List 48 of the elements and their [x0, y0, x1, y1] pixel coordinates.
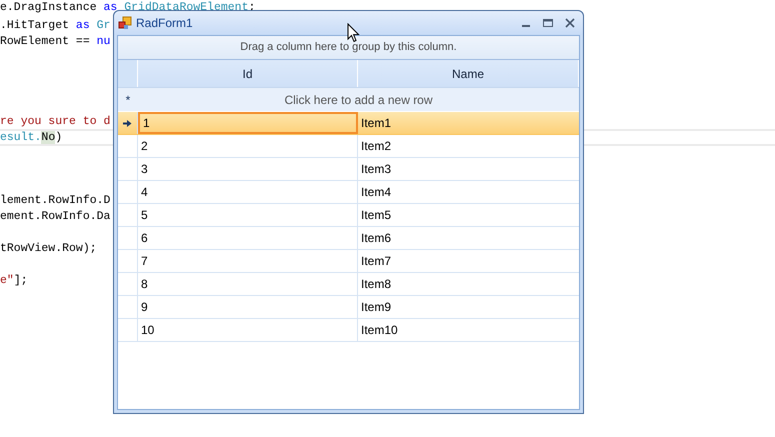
- table-cell: 1: [138, 112, 358, 134]
- table-cell-text: Item4: [360, 184, 392, 201]
- table-cell: 4: [138, 181, 358, 203]
- table-cell-text: Item3: [360, 161, 392, 178]
- code-line: e"];: [0, 273, 28, 289]
- column-header[interactable]: Name: [358, 60, 579, 87]
- code-line: tRowView.Row);: [0, 241, 97, 257]
- window-title: RadForm1: [136, 15, 193, 32]
- table-cell-text: Item1: [360, 115, 392, 132]
- code-line: esult.No): [0, 130, 62, 146]
- group-panel-hint: Drag a column here to group by this column.: [240, 40, 457, 56]
- table-cell: 3: [138, 158, 358, 180]
- grid-row[interactable]: 8 Item8: [118, 273, 579, 296]
- code-line: ement.RowInfo.Da: [0, 209, 110, 225]
- code-line: lement.RowInfo.D: [0, 193, 110, 209]
- table-cell: 10: [138, 319, 358, 341]
- grid-row[interactable]: 9 Item9: [118, 296, 579, 319]
- grid-row[interactable]: 7 Item7: [118, 250, 579, 273]
- grid-row[interactable]: 5 Item5: [118, 204, 579, 227]
- table-cell: 6: [138, 227, 358, 249]
- close-icon[interactable]: [565, 18, 575, 28]
- new-row-marker: *: [126, 92, 130, 108]
- table-cell-text: Item2: [360, 138, 392, 155]
- table-cell: 2: [138, 135, 358, 157]
- grid-row[interactable]: 3 Item3: [118, 158, 579, 181]
- table-cell: 8: [138, 273, 358, 295]
- code-line: RowElement == nu: [0, 34, 110, 50]
- code-line: .HitTarget as Gr: [0, 18, 110, 34]
- column-header[interactable]: Id: [138, 60, 358, 87]
- maximize-icon[interactable]: [543, 18, 553, 28]
- grid-row[interactable]: 10 Item10: [118, 319, 579, 342]
- table-cell-text: Item8: [360, 276, 392, 293]
- grid-row[interactable]: 4 Item4: [118, 181, 579, 204]
- grid-row[interactable]: 6 Item6: [118, 227, 579, 250]
- table-cell: 7: [138, 250, 358, 272]
- new-row-button[interactable]: Click here to add a new row: [138, 88, 579, 111]
- app-icon: [118, 16, 132, 30]
- table-cell: 9: [138, 296, 358, 318]
- table-cell-text: Item7: [360, 253, 392, 270]
- current-row-arrow-icon: [123, 118, 132, 128]
- table-cell-text: Item5: [360, 207, 392, 224]
- grid-row[interactable]: 2 Item2: [118, 135, 579, 158]
- table-cell-text: Item10: [360, 322, 399, 339]
- table-cell-text: Item9: [360, 299, 392, 316]
- table-cell-text: Item6: [360, 230, 392, 247]
- code-line: re you sure to d: [0, 114, 110, 130]
- table-cell: 5: [138, 204, 358, 226]
- grid-row[interactable]: 1 Item1: [118, 112, 579, 135]
